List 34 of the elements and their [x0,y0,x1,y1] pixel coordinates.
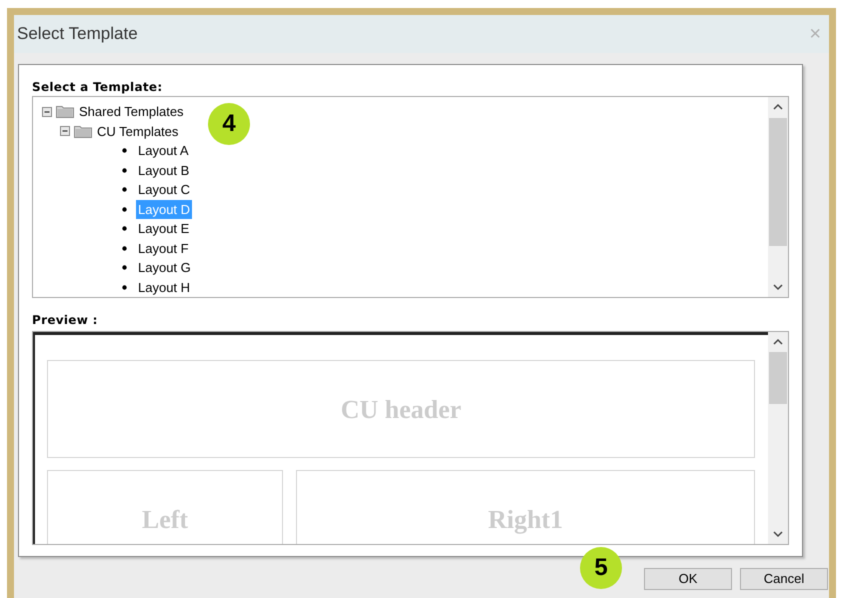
tree-item[interactable]: Layout H [136,278,192,297]
tree-item[interactable]: Layout G [136,258,193,278]
tree-item[interactable]: Layout C [136,180,192,200]
scroll-up-icon[interactable] [773,338,783,346]
tree-label: Select a Template: [32,79,164,95]
window-title: Select Template [17,23,138,46]
tree-item[interactable]: Layout A [136,141,191,160]
tree-item[interactable]: Layout F [136,238,191,258]
collapse-icon[interactable] [42,106,52,117]
ok-button[interactable]: OK [644,568,732,590]
bullet-icon [122,206,127,212]
bullet-icon [122,226,127,232]
collapse-icon[interactable] [60,126,70,136]
folder-icon [74,124,92,138]
bullet-icon [122,265,127,270]
bullet-icon [122,246,127,251]
tree-folder-label[interactable]: CU Templates [97,122,178,141]
scrollbar[interactable] [768,332,788,544]
scroll-thumb[interactable] [769,352,787,404]
bullet-icon [122,284,127,290]
scroll-thumb[interactable] [769,118,787,246]
preview-label: Preview : [32,312,99,328]
tree-folder-label[interactable]: Shared Templates [79,102,184,122]
scroll-down-icon[interactable] [773,530,783,538]
tree-item[interactable]: Layout E [136,219,192,238]
scroll-up-icon[interactable] [773,103,783,111]
scroll-down-icon[interactable] [773,283,783,291]
scrollbar[interactable] [768,97,788,297]
bullet-icon [122,168,127,173]
bullet-icon [122,148,127,154]
bullet-icon [122,187,127,192]
folder-icon [56,105,74,118]
cancel-button[interactable]: Cancel [740,568,828,590]
tree-item[interactable]: Layout B [136,160,192,180]
